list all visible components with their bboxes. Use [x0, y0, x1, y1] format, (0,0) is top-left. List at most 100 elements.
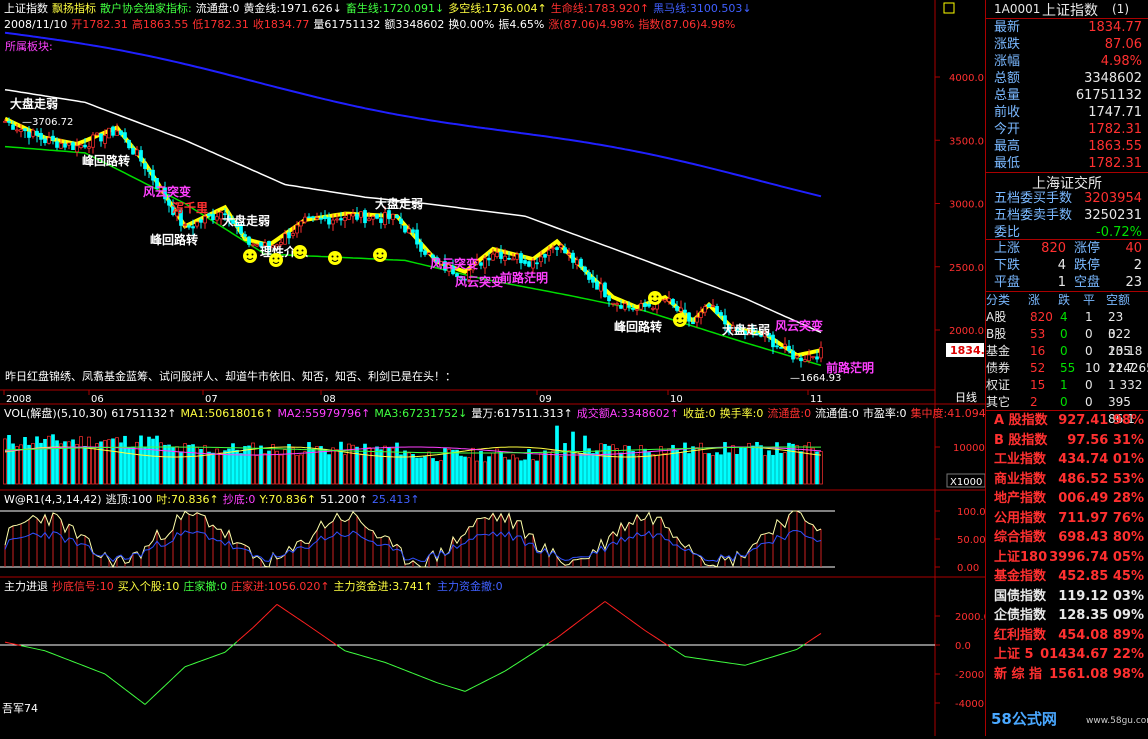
flow-line	[660, 640, 666, 644]
flow-line	[272, 604, 278, 609]
flow-line	[496, 672, 502, 676]
quote-value: 4.98%	[1100, 54, 1142, 69]
flow-line	[44, 650, 50, 653]
class-cell: 0	[1085, 378, 1093, 392]
class-cell: 52	[1030, 361, 1046, 375]
candle-body	[111, 126, 115, 136]
flow-line	[80, 664, 86, 667]
y-tick-label: 3000.0	[949, 200, 984, 211]
candle-body	[675, 306, 679, 311]
vol-bar	[35, 436, 39, 485]
candle-body	[771, 334, 775, 348]
vol-bar	[283, 449, 287, 485]
flow-line	[816, 632, 822, 637]
candle-body	[3, 121, 7, 123]
vol-bar	[23, 437, 27, 485]
vol-bar	[323, 449, 327, 485]
index-name: 国债指数	[994, 588, 1047, 604]
stock-count: (1)	[1112, 2, 1129, 16]
flow-line	[376, 659, 382, 662]
flow-line	[508, 665, 514, 669]
vol-bar	[583, 435, 587, 485]
smiley-icon	[648, 291, 662, 305]
index-row[interactable]: 国债指数 119.12 03%	[986, 587, 1148, 606]
flow-line	[160, 685, 166, 690]
candle-body	[299, 220, 303, 227]
vol-bar	[259, 445, 263, 485]
index-row[interactable]: 公用指数 711.97 76%	[986, 509, 1148, 528]
index-row[interactable]: 红利指数 454.08 89%	[986, 626, 1148, 645]
candle-body	[135, 149, 139, 156]
flow-line	[192, 661, 198, 665]
flow-header: 主力进退 抄底信号:10 买入个股:10 庄家撤:0 庄家进:1056.020↑ 主力资金…	[4, 579, 503, 593]
quote-value: 1782.31	[1088, 122, 1142, 137]
candle-body	[55, 141, 59, 148]
vol-bar	[519, 460, 523, 485]
flow-line	[36, 648, 42, 651]
vol-bar	[787, 442, 791, 485]
vol-unit: X1000	[950, 477, 982, 488]
index-row[interactable]: 工业指数 434.74 01%	[986, 450, 1148, 469]
index-row[interactable]: 企债指数 128.35 09%	[986, 606, 1148, 625]
candle-body	[327, 217, 331, 225]
exchange-value: 3250231	[1084, 208, 1142, 223]
class-header-cell: 空额	[1106, 293, 1131, 307]
flow-line	[504, 668, 510, 672]
flow-line	[224, 648, 230, 653]
index-row[interactable]: 地产指数 006.49 28%	[986, 489, 1148, 508]
wr-header-item: 抄底:0	[223, 492, 256, 506]
wr-header-item: 25.413↑	[372, 493, 420, 506]
index-row[interactable]: 综合指数 698.43 80%	[986, 528, 1148, 547]
smiley-eye	[277, 257, 280, 260]
wr-header-item: 51.200↑	[320, 493, 368, 506]
smiley-icon	[673, 313, 687, 327]
vol-header-item: 61751132↑	[111, 407, 176, 420]
vol-bar	[83, 446, 87, 485]
breadth-row: 上涨 820 涨停 40	[986, 240, 1148, 257]
candle-body	[191, 226, 195, 229]
flow-line	[520, 657, 526, 662]
class-cell: 23 322	[1108, 310, 1131, 341]
flow-line	[768, 656, 774, 659]
candle-body	[347, 213, 351, 220]
candle-body	[591, 276, 595, 283]
flow-line	[416, 674, 422, 677]
flow-line	[340, 647, 346, 652]
flow-line	[244, 630, 250, 636]
flow-line	[336, 644, 342, 649]
vol-bar	[739, 447, 743, 485]
index-row[interactable]: A 股指数 927.41 98%	[986, 411, 1148, 430]
index-row[interactable]: 新 综 指 1561.08 98%	[986, 665, 1148, 684]
candle-body	[519, 253, 523, 264]
vol-bar	[387, 447, 391, 485]
index-row[interactable]: 商业指数 486.52 53%	[986, 470, 1148, 489]
breadth-label: 涨停	[1074, 241, 1101, 256]
chart-svg[interactable]: 上证指数 飘扬指标 散户协会独家指标: 流通盘:0 黄金线:1971.626↓ 畜生线:1…	[0, 0, 1001, 736]
candle-body	[643, 303, 647, 307]
index-row[interactable]: 基金指数 452.85 45%	[986, 567, 1148, 586]
flow-line	[320, 633, 326, 638]
class-cell: 1	[1060, 378, 1068, 392]
index-row[interactable]: B 股指数 97.56 31%	[986, 431, 1148, 450]
window-icon[interactable]	[943, 2, 955, 14]
vol-bar	[491, 452, 495, 485]
index-row[interactable]: 上证180 3996.74 05%	[986, 548, 1148, 567]
signal-annotation: 大盘走弱	[722, 322, 770, 337]
class-cell: 2	[1030, 395, 1038, 409]
index-row[interactable]: 上证 5 01434.67 22%	[986, 645, 1148, 664]
flow-line	[348, 651, 354, 654]
flow-line	[220, 651, 226, 655]
vol-bar	[123, 435, 127, 485]
flow-line	[492, 674, 498, 678]
smiley-eye	[381, 252, 384, 255]
period-label[interactable]: 日线	[955, 390, 977, 404]
candle-body	[7, 120, 11, 123]
vol-bar	[735, 453, 739, 485]
candle-body	[595, 281, 599, 290]
candle-body	[483, 257, 487, 269]
flow-line	[408, 671, 414, 674]
candle-body	[323, 216, 327, 220]
vol-header: VOL(解盘)(5,10,30) 61751132↑ MA1:50618016↑ MA…	[4, 406, 985, 420]
flow-line	[760, 658, 766, 661]
chart-area[interactable]: 上证指数 飘扬指标 散户协会独家指标: 流通盘:0 黄金线:1971.626↓ 畜生线:1…	[0, 0, 1001, 736]
